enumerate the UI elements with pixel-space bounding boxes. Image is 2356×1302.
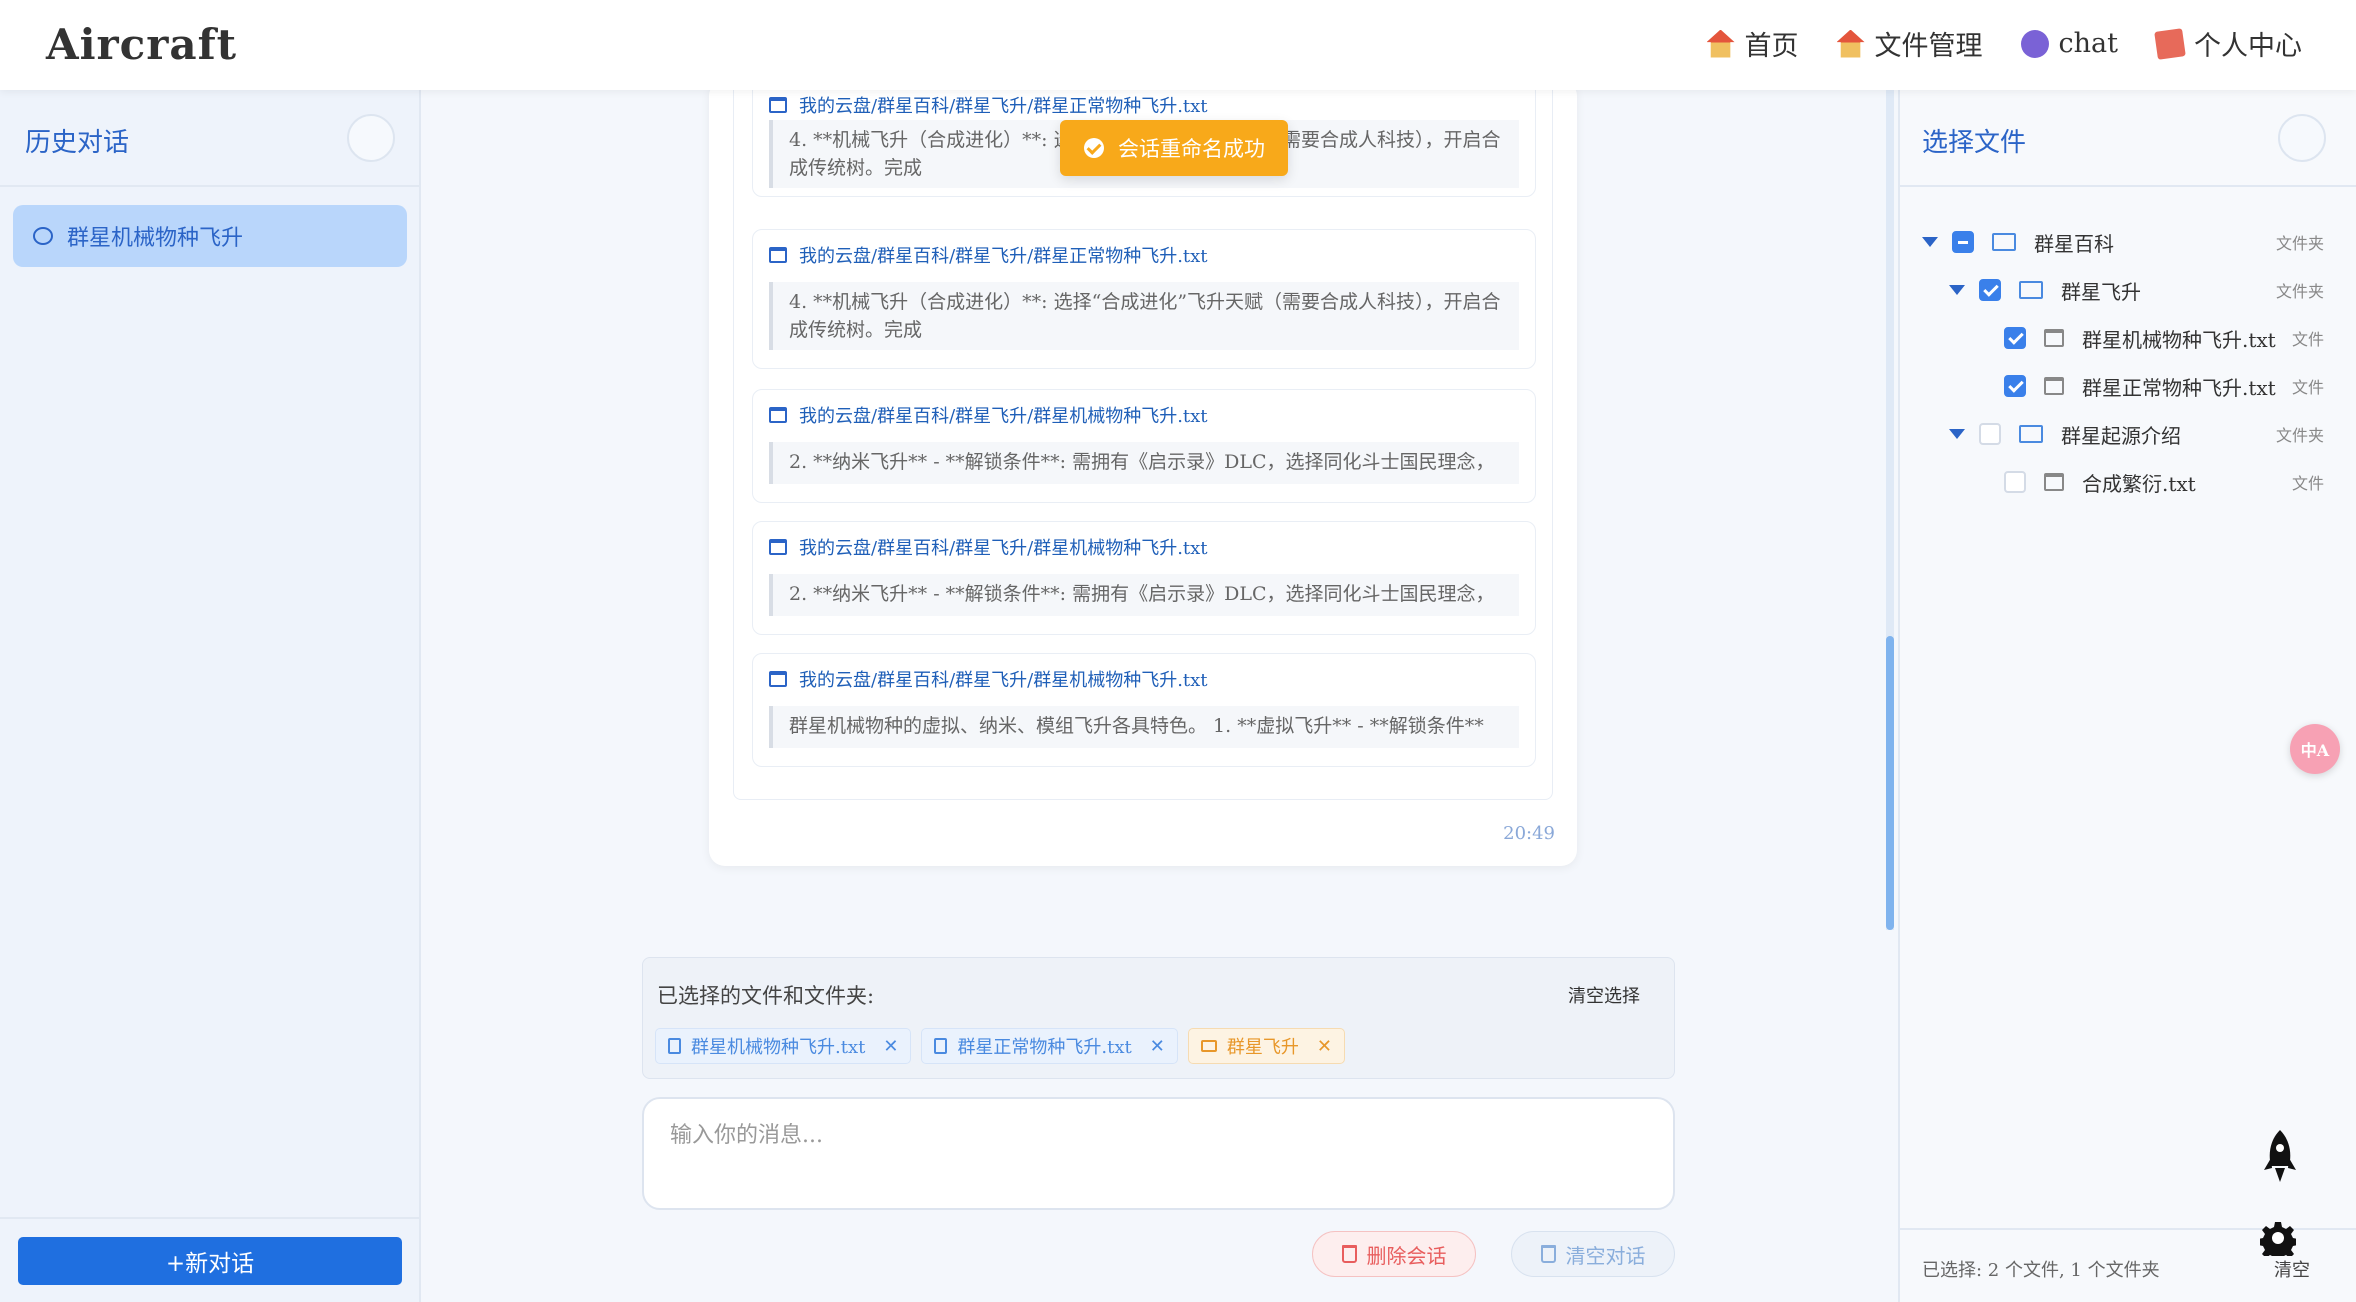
reference-path: 我的云盘/群星百科/群星飞升/群星机械物种飞升.txt — [769, 666, 1208, 692]
collapse-file-panel-button[interactable] — [2278, 114, 2326, 162]
collapse-sidebar-button[interactable] — [347, 114, 395, 162]
file-icon — [934, 1038, 948, 1054]
selected-file-tag: 群星机械物种飞升.txt ✕ — [655, 1028, 912, 1064]
composer-area: 已选择的文件和文件夹: 清空选择 群星机械物种飞升.txt ✕ 群星正常物种飞升… — [421, 930, 1894, 1302]
selected-file-tag: 群星正常物种飞升.txt ✕ — [921, 1028, 1178, 1064]
file-panel-header: 选择文件 — [1900, 90, 2356, 187]
tree-file-row[interactable]: 群星机械物种飞升.txt 文件 — [2004, 318, 2348, 358]
selected-files-title: 已选择的文件和文件夹: — [657, 984, 875, 1008]
user-doc-icon — [2154, 27, 2186, 60]
selected-tags: 群星机械物种飞升.txt ✕ 群星正常物种飞升.txt ✕ 群星飞升 ✕ — [655, 1028, 1345, 1064]
history-title: 历史对话 — [25, 128, 130, 158]
nav-chat-label: chat — [2058, 28, 2118, 59]
history-sidebar: 历史对话 群星机械物种飞升 +新对话 — [0, 90, 421, 1302]
tree-folder-row[interactable]: 群星飞升 文件夹 — [1949, 270, 2348, 310]
tree-file-row[interactable]: 合成繁衍.txt 文件 — [2004, 462, 2348, 502]
folder-icon — [1200, 1040, 1217, 1052]
home-icon — [1706, 29, 1735, 58]
selected-files-panel: 已选择的文件和文件夹: 清空选择 群星机械物种飞升.txt ✕ 群星正常物种飞升… — [642, 957, 1675, 1079]
nav-home[interactable]: 首页 — [1706, 24, 1799, 63]
nav-profile-label: 个人中心 — [2194, 31, 2302, 62]
check-circle-icon — [1084, 138, 1104, 158]
conversation-label: 群星机械物种飞升 — [67, 226, 244, 251]
remove-tag-icon[interactable]: ✕ — [883, 1036, 898, 1057]
nav-home-label: 首页 — [1744, 31, 1799, 62]
rocket-icon[interactable] — [2262, 1128, 2298, 1184]
chat-bubble-icon — [33, 227, 53, 245]
message-input-box — [642, 1097, 1675, 1210]
reference-item[interactable]: 我的云盘/群星百科/群星飞升/群星机械物种飞升.txt 2. **纳米飞升** … — [752, 521, 1536, 635]
folder-icon — [1992, 233, 2016, 251]
new-conversation-button[interactable]: +新对话 — [18, 1237, 402, 1285]
reference-snippet: 群星机械物种的虚拟、纳米、模组飞升各具特色。 1. **虚拟飞升** - **解… — [769, 706, 1519, 748]
chat-scrollbar-thumb[interactable] — [1886, 636, 1894, 930]
nav-profile[interactable]: 个人中心 — [2154, 24, 2302, 63]
trash-icon — [1540, 1245, 1556, 1263]
reference-snippet: 2. **纳米飞升** - **解锁条件**: 需拥有《启示录》DLC，选择同化… — [769, 574, 1519, 616]
reference-path: 我的云盘/群星百科/群星飞升/群星正常物种飞升.txt — [769, 92, 1208, 118]
reference-path: 我的云盘/群星百科/群星飞升/群星机械物种飞升.txt — [769, 534, 1208, 560]
conversation-item[interactable]: 群星机械物种飞升 — [13, 205, 407, 267]
reference-snippet: 2. **纳米飞升** - **解锁条件**: 需拥有《启示录》DLC，选择同化… — [769, 442, 1519, 484]
tree-checkbox[interactable] — [2004, 375, 2026, 397]
reference-path: 我的云盘/群星百科/群星飞升/群星正常物种飞升.txt — [769, 242, 1208, 268]
message-time: 20:49 — [1503, 823, 1555, 844]
file-icon — [668, 1038, 681, 1054]
reference-path: 我的云盘/群星百科/群星飞升/群星机械物种飞升.txt — [769, 402, 1208, 428]
tree-folder-row[interactable]: 群星百科 文件夹 — [1922, 222, 2348, 262]
file-select-panel: 选择文件 群星百科 文件夹 群星飞升 文件夹 群星机械物种飞升.txt 文件 群… — [1898, 90, 2356, 1302]
tree-checkbox[interactable] — [2004, 327, 2026, 349]
file-icon — [2044, 377, 2064, 395]
tree-checkbox[interactable] — [1979, 423, 2001, 445]
tree-checkbox[interactable] — [1952, 231, 1974, 253]
app-logo[interactable]: Aircraft — [46, 20, 237, 69]
toast-text: 会话重命名成功 — [1118, 137, 1265, 161]
file-icon — [769, 407, 787, 423]
chevron-down-icon[interactable] — [1949, 285, 1965, 295]
file-icon — [2044, 473, 2064, 491]
tree-checkbox[interactable] — [2004, 471, 2026, 493]
file-icon — [769, 97, 787, 113]
translate-button[interactable]: 中A — [2290, 724, 2340, 774]
file-icon — [769, 671, 787, 687]
clear-files-button[interactable]: 清空 — [2274, 1256, 2310, 1282]
assistant-message: 我的云盘/群星百科/群星飞升/群星正常物种飞升.txt 4. **机械飞升（合成… — [709, 80, 1577, 866]
chevron-down-icon[interactable] — [1949, 429, 1965, 439]
top-header: Aircraft 首页 文件管理 chat 个人中心 — [0, 0, 2356, 90]
delete-conversation-button[interactable]: 删除会话 — [1312, 1231, 1476, 1277]
robot-icon — [2020, 29, 2049, 58]
nav-chat[interactable]: chat — [2020, 24, 2118, 63]
gear-icon[interactable] — [2260, 1220, 2296, 1256]
remove-tag-icon[interactable]: ✕ — [1150, 1036, 1165, 1057]
reference-item[interactable]: 我的云盘/群星百科/群星飞升/群星机械物种飞升.txt 群星机械物种的虚拟、纳米… — [752, 653, 1536, 767]
tree-file-row[interactable]: 群星正常物种飞升.txt 文件 — [2004, 366, 2348, 406]
nav-file-management-label: 文件管理 — [1874, 31, 1983, 62]
message-input[interactable] — [670, 1123, 1650, 1148]
nav-file-management[interactable]: 文件管理 — [1836, 24, 1983, 63]
tree-checkbox[interactable] — [1979, 279, 2001, 301]
clear-selection-button[interactable]: 清空选择 — [1568, 982, 1640, 1008]
reference-list: 我的云盘/群星百科/群星飞升/群星正常物种飞升.txt 4. **机械飞升（合成… — [733, 80, 1553, 800]
home-icon — [1836, 29, 1865, 58]
tree-folder-row[interactable]: 群星起源介绍 文件夹 — [1949, 414, 2348, 454]
clear-conversation-button[interactable]: 清空对话 — [1511, 1231, 1675, 1277]
selection-summary: 已选择: 2 个文件, 1 个文件夹 — [1922, 1260, 2160, 1281]
file-icon — [769, 539, 787, 555]
reference-item[interactable]: 我的云盘/群星百科/群星飞升/群星正常物种飞升.txt 4. **机械飞升（合成… — [752, 229, 1536, 369]
history-header: 历史对话 — [0, 90, 419, 187]
selected-folder-tag: 群星飞升 ✕ — [1187, 1028, 1345, 1064]
file-icon — [769, 247, 787, 263]
main-nav: 首页 文件管理 chat 个人中心 — [1706, 24, 2302, 63]
file-panel-title: 选择文件 — [1922, 128, 2027, 158]
sidebar-footer: +新对话 — [0, 1217, 421, 1302]
chevron-down-icon[interactable] — [1922, 237, 1938, 247]
reference-item[interactable]: 我的云盘/群星百科/群星飞升/群星机械物种飞升.txt 2. **纳米飞升** … — [752, 389, 1536, 503]
success-toast: 会话重命名成功 — [1060, 120, 1288, 176]
remove-tag-icon[interactable]: ✕ — [1317, 1036, 1332, 1057]
folder-icon — [2019, 425, 2043, 443]
reference-snippet: 4. **机械飞升（合成进化）**: 选择“合成进化”飞升天赋（需要合成人科技）… — [769, 282, 1519, 350]
file-icon — [2044, 329, 2064, 347]
folder-icon — [2019, 281, 2043, 299]
trash-icon — [1341, 1245, 1357, 1263]
